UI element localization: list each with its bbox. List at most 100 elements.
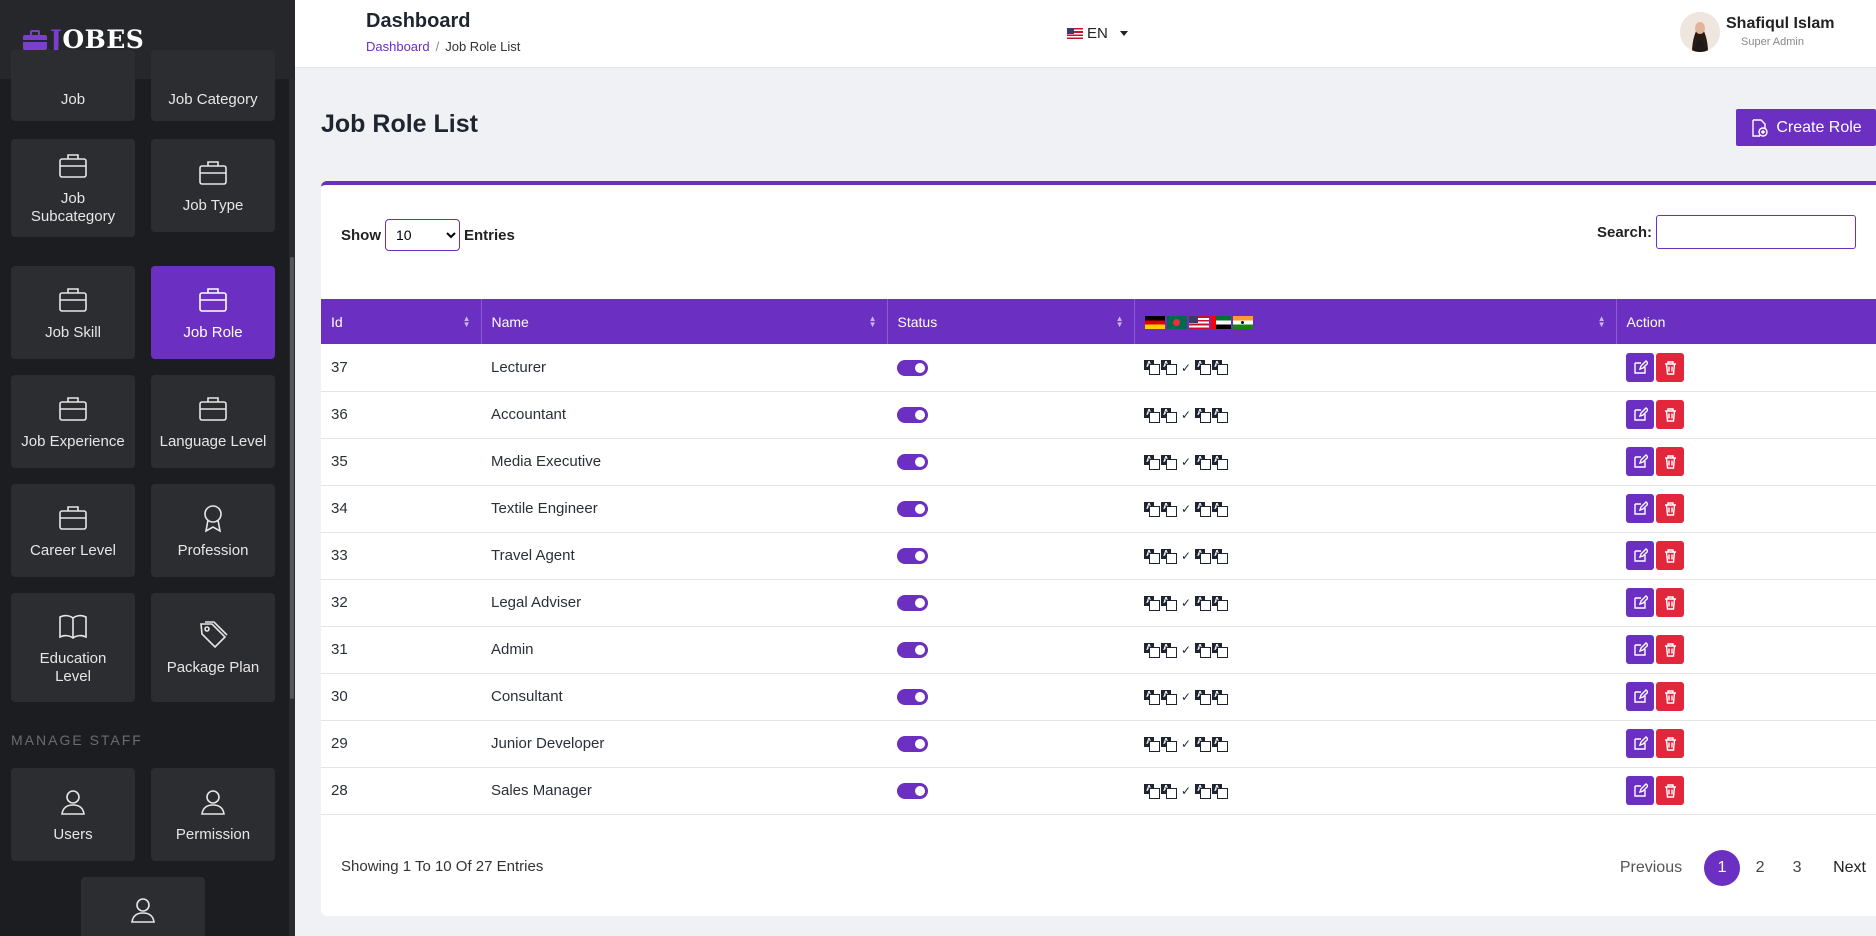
- sidebar-item-package-plan[interactable]: Package Plan: [151, 593, 275, 702]
- sidebar-item-job-skill[interactable]: Job Skill: [11, 266, 135, 359]
- translate-icon[interactable]: [1195, 454, 1212, 470]
- edit-button[interactable]: [1626, 729, 1654, 758]
- delete-button[interactable]: [1656, 400, 1684, 429]
- translate-icon[interactable]: [1195, 783, 1212, 799]
- translate-icon[interactable]: [1144, 783, 1160, 799]
- translate-icon[interactable]: [1144, 736, 1160, 752]
- translate-icon[interactable]: [1195, 595, 1212, 611]
- page-button-2[interactable]: 2: [1742, 850, 1778, 886]
- edit-button[interactable]: [1626, 541, 1654, 570]
- translate-icon[interactable]: [1212, 407, 1229, 423]
- sidebar-item-career-level[interactable]: Career Level: [11, 484, 135, 577]
- translate-icon[interactable]: [1161, 548, 1177, 564]
- edit-button[interactable]: [1626, 494, 1654, 523]
- translate-icon[interactable]: [1161, 360, 1177, 376]
- avatar[interactable]: [1680, 12, 1720, 52]
- column-header-languages[interactable]: ▲ ▼: [1134, 299, 1617, 344]
- user-name[interactable]: Shafiqul Islam: [1726, 15, 1834, 33]
- sidebar-item-job[interactable]: Job: [11, 50, 135, 121]
- status-toggle[interactable]: [897, 642, 928, 659]
- edit-button[interactable]: [1626, 682, 1654, 711]
- edit-button[interactable]: [1626, 588, 1654, 617]
- translate-icon[interactable]: [1195, 360, 1212, 376]
- sidebar-item-language-level[interactable]: Language Level: [151, 375, 275, 468]
- sidebar-item-job-experience[interactable]: Job Experience: [11, 375, 135, 468]
- status-toggle[interactable]: [897, 595, 928, 612]
- sidebar-item-job-category[interactable]: Job Category: [151, 50, 275, 121]
- translate-icon[interactable]: [1212, 548, 1229, 564]
- translate-icon[interactable]: [1161, 689, 1177, 705]
- translate-icon[interactable]: [1144, 642, 1160, 658]
- create-role-button[interactable]: Create Role: [1736, 109, 1876, 146]
- translate-icon[interactable]: [1195, 736, 1212, 752]
- language-selector[interactable]: EN: [1067, 25, 1128, 42]
- sidebar-item-job-role[interactable]: Job Role: [151, 266, 275, 359]
- translate-icon[interactable]: [1161, 736, 1177, 752]
- breadcrumb-home-link[interactable]: Dashboard: [366, 39, 430, 54]
- translate-icon[interactable]: [1161, 454, 1177, 470]
- delete-button[interactable]: [1656, 494, 1684, 523]
- translate-icon[interactable]: [1212, 360, 1229, 376]
- translate-icon[interactable]: [1195, 689, 1212, 705]
- delete-button[interactable]: [1656, 447, 1684, 476]
- translate-icon[interactable]: [1161, 407, 1177, 423]
- status-toggle[interactable]: [897, 548, 928, 565]
- translate-icon[interactable]: [1144, 407, 1160, 423]
- translate-icon[interactable]: [1212, 595, 1229, 611]
- entries-select[interactable]: 10: [385, 219, 460, 251]
- sidebar-item-job-subcategory[interactable]: Job Subcategory: [11, 139, 135, 237]
- translate-icon[interactable]: [1144, 548, 1160, 564]
- sidebar-item-job-type[interactable]: Job Type: [151, 139, 275, 232]
- delete-button[interactable]: [1656, 541, 1684, 570]
- translate-icon[interactable]: [1212, 642, 1229, 658]
- translate-icon[interactable]: [1212, 689, 1229, 705]
- sidebar-item-permission[interactable]: Permission: [151, 768, 275, 861]
- delete-button[interactable]: [1656, 352, 1684, 382]
- delete-button[interactable]: [1656, 588, 1684, 617]
- delete-button[interactable]: [1656, 682, 1684, 711]
- sidebar-item-education-level[interactable]: Education Level: [11, 593, 135, 702]
- sidebar-scrollbar[interactable]: [289, 79, 295, 936]
- translate-icon[interactable]: [1195, 642, 1212, 658]
- translate-icon[interactable]: [1144, 360, 1160, 376]
- translate-icon[interactable]: [1212, 736, 1229, 752]
- translate-icon[interactable]: [1161, 642, 1177, 658]
- translate-icon[interactable]: [1161, 595, 1177, 611]
- edit-button[interactable]: [1626, 635, 1654, 664]
- status-toggle[interactable]: [897, 689, 928, 706]
- delete-button[interactable]: [1656, 635, 1684, 664]
- translate-icon[interactable]: [1195, 407, 1212, 423]
- search-input[interactable]: [1656, 215, 1856, 249]
- translate-icon[interactable]: [1212, 454, 1229, 470]
- delete-button[interactable]: [1656, 776, 1684, 805]
- status-toggle[interactable]: [897, 783, 928, 800]
- column-header-id[interactable]: Id ▲ ▼: [321, 299, 482, 344]
- edit-button[interactable]: [1626, 776, 1654, 805]
- status-toggle[interactable]: [897, 407, 928, 424]
- edit-button[interactable]: [1626, 447, 1654, 476]
- sidebar-item-users[interactable]: Users: [11, 768, 135, 861]
- column-header-name[interactable]: Name ▲ ▼: [481, 299, 888, 344]
- translate-icon[interactable]: [1195, 548, 1212, 564]
- translate-icon[interactable]: [1144, 595, 1160, 611]
- previous-page-button[interactable]: Previous: [1620, 859, 1682, 877]
- column-header-status[interactable]: Status ▲ ▼: [887, 299, 1135, 344]
- page-button-1[interactable]: 1: [1704, 850, 1741, 886]
- status-toggle[interactable]: [897, 736, 928, 753]
- translate-icon[interactable]: [1161, 501, 1177, 517]
- translate-icon[interactable]: [1212, 501, 1229, 517]
- status-toggle[interactable]: [897, 359, 928, 376]
- translate-icon[interactable]: [1144, 689, 1160, 705]
- next-page-button[interactable]: Next: [1833, 859, 1866, 877]
- translate-icon[interactable]: [1144, 501, 1160, 517]
- status-toggle[interactable]: [897, 454, 928, 471]
- page-button-3[interactable]: 3: [1779, 850, 1815, 886]
- translate-icon[interactable]: [1144, 454, 1160, 470]
- sidebar-item-profession[interactable]: Profession: [151, 484, 275, 577]
- status-toggle[interactable]: [897, 501, 928, 518]
- edit-button[interactable]: [1626, 352, 1654, 382]
- edit-button[interactable]: [1626, 400, 1654, 429]
- translate-icon[interactable]: [1195, 501, 1212, 517]
- delete-button[interactable]: [1656, 729, 1684, 758]
- scrollbar-thumb[interactable]: [290, 257, 294, 699]
